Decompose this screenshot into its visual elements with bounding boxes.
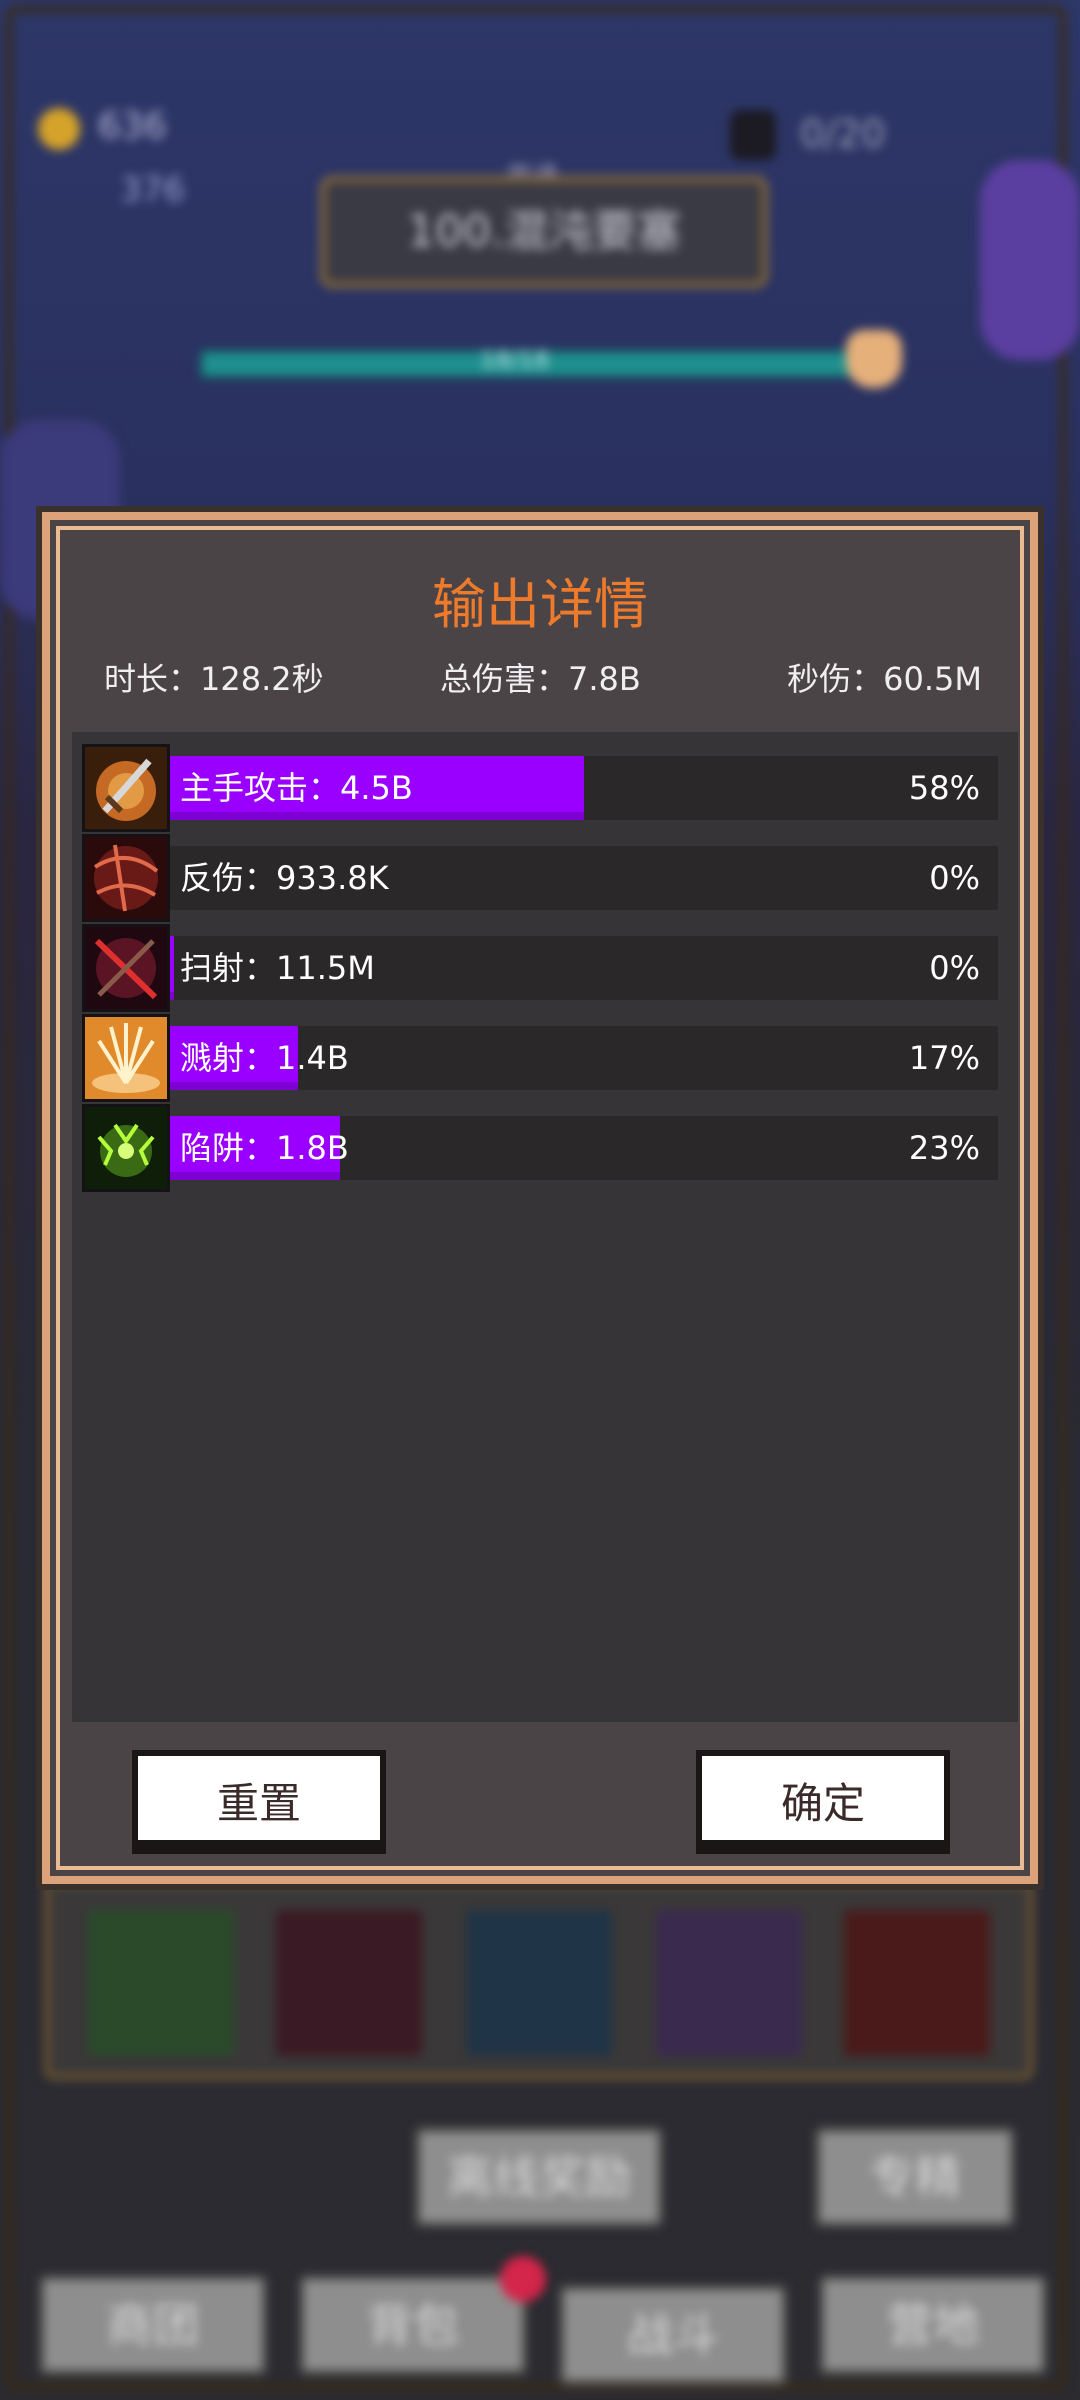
damage-detail-dialog: 输出详情 时长：128.2秒 总伤害：7.8B 秒伤：60.5M 主手攻击：4.… <box>42 512 1038 1884</box>
damage-row: 陷阱：1.8B 23% <box>82 1104 998 1192</box>
skill-slot-frost <box>466 1910 612 2056</box>
trap-icon <box>82 1104 170 1192</box>
offline-reward-button: 离线奖励 <box>414 2126 664 2228</box>
total-damage-stat: 总伤害：7.8B <box>440 660 641 698</box>
confirm-button[interactable]: 确定 <box>696 1750 950 1854</box>
skill-slot-trap <box>88 1910 234 2056</box>
damage-label: 陷阱：1.8B <box>180 1129 349 1167</box>
gold-count: 636 <box>98 106 167 147</box>
key-icon <box>730 110 776 160</box>
sub-count: 376 <box>120 170 185 210</box>
damage-percent: 23% <box>908 1129 980 1167</box>
boss-hp-text: 18/18 <box>480 346 550 374</box>
damage-list: 主手攻击：4.5B 58% 反伤：933.8K 0% 扫射：11.5M 0% 溅… <box>72 732 1018 1722</box>
nav-camp: 营地 <box>818 2274 1048 2376</box>
damage-bar-fill <box>170 936 175 1000</box>
gold-coin-icon <box>38 108 80 150</box>
damage-row: 溅射：1.4B 17% <box>82 1014 998 1102</box>
reset-button[interactable]: 重置 <box>132 1750 386 1854</box>
damage-percent: 0% <box>929 949 980 987</box>
damage-percent: 58% <box>908 769 980 807</box>
dialog-title: 输出详情 <box>432 573 648 636</box>
skill-slot-arc <box>656 1910 802 2056</box>
damage-row: 反伤：933.8K 0% <box>82 834 998 922</box>
nav-shop: 商团 <box>38 2274 268 2376</box>
special-button: 专精 <box>814 2126 1016 2228</box>
splash-icon <box>82 1014 170 1102</box>
skill-slot-fire <box>844 1910 990 2056</box>
stage-name: 100.混沌要塞 <box>320 176 768 288</box>
dps-stat: 秒伤：60.5M <box>787 660 982 698</box>
skill-slot-crossbow <box>276 1910 422 2056</box>
damage-percent: 17% <box>908 1039 980 1077</box>
crystal-decoration <box>980 160 1080 360</box>
damage-label: 主手攻击：4.5B <box>180 769 413 807</box>
damage-row: 扫射：11.5M 0% <box>82 924 998 1012</box>
boss-cat-icon <box>846 330 902 388</box>
nav-bag: 背包 <box>298 2274 528 2376</box>
damage-label: 溅射：1.4B <box>180 1039 349 1077</box>
damage-row: 主手攻击：4.5B 58% <box>82 744 998 832</box>
key-count: 0/20 <box>800 112 886 156</box>
damage-label: 扫射：11.5M <box>180 949 375 987</box>
crossbow-icon <box>82 924 170 1012</box>
damage-label: 反伤：933.8K <box>180 859 389 897</box>
nav-battle: 战斗 <box>558 2284 788 2386</box>
duration-stat: 时长：128.2秒 <box>104 660 324 698</box>
damage-percent: 0% <box>929 859 980 897</box>
sword-icon <box>82 744 170 832</box>
notification-badge <box>500 2256 546 2302</box>
thorn-icon <box>82 834 170 922</box>
